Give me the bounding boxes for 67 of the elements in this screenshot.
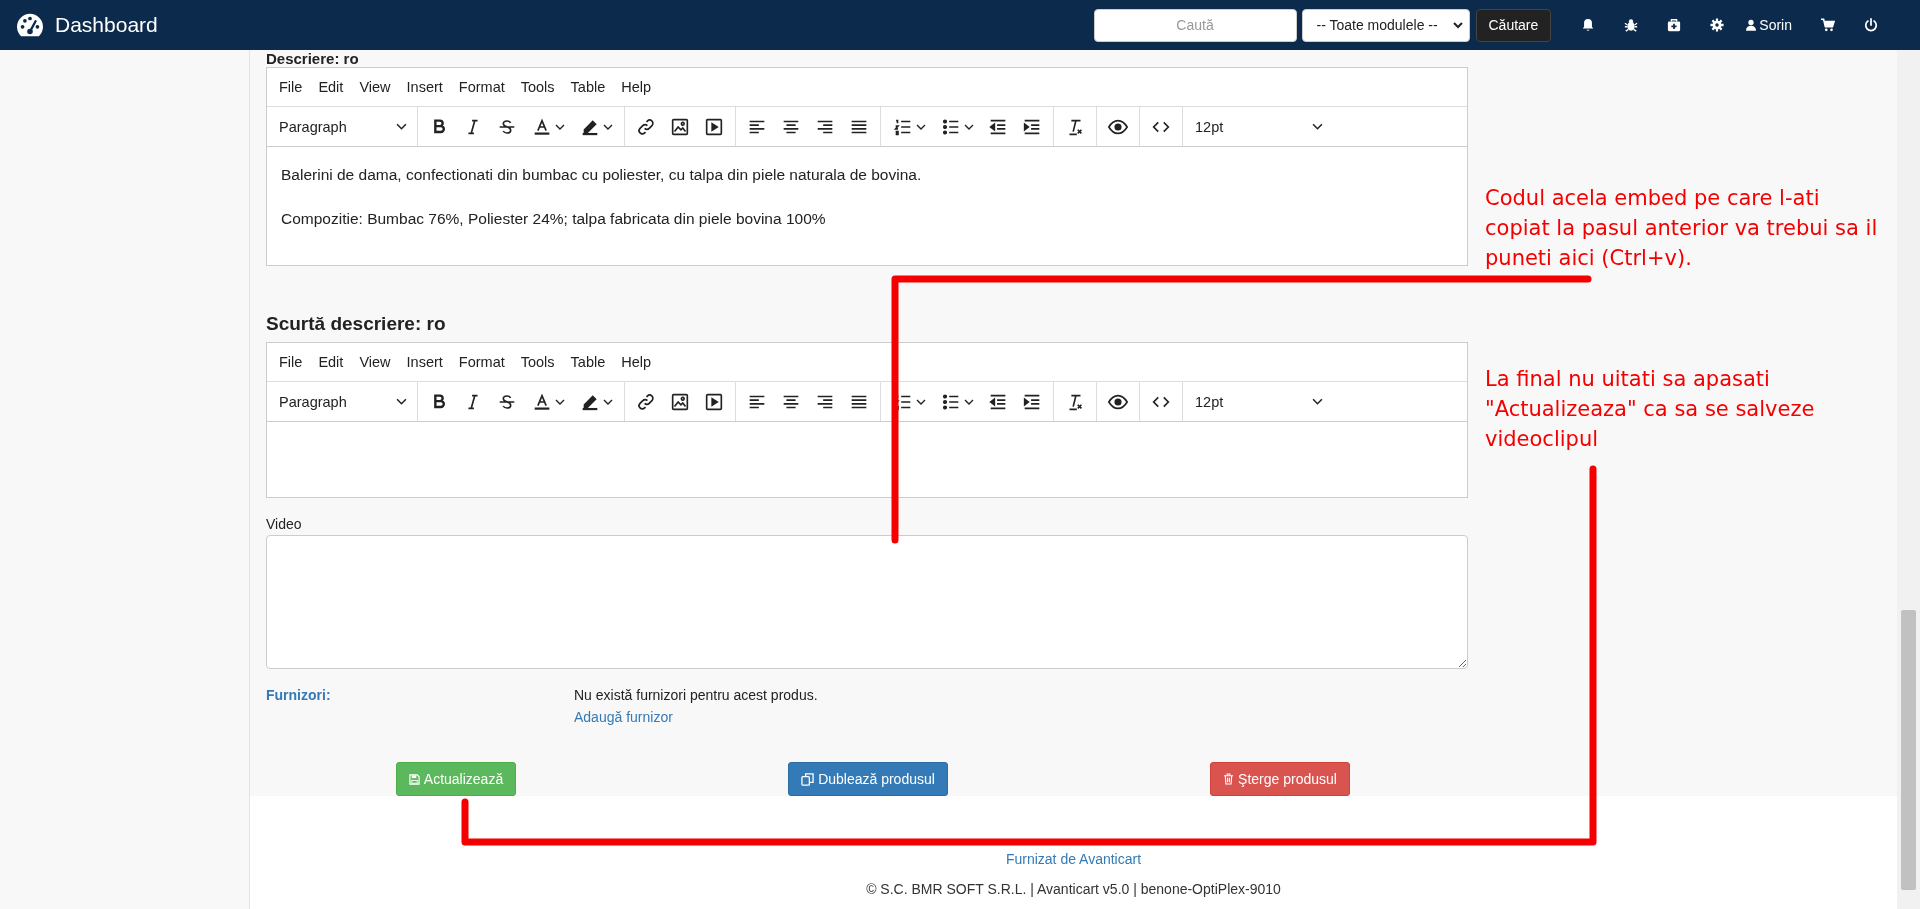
rich-text-editor[interactable] (266, 67, 1468, 266)
format-select[interactable]: Paragraph (271, 393, 413, 410)
menu-item[interactable]: Format (450, 79, 513, 95)
caret-icon (603, 398, 613, 405)
medkit-icon[interactable] (1667, 18, 1682, 32)
menu-item[interactable]: View (351, 354, 399, 370)
annotation-text: Codul acela embed pe care l-ati copiat la pasul anterior va trebui sa il puneti aici (Ctrl+v). (1485, 185, 1879, 272)
menu-item[interactable]: Tools (512, 79, 563, 95)
suppliers-label: Furnizori: (266, 687, 332, 705)
menu-item[interactable]: File (271, 79, 311, 95)
user-icon (1746, 19, 1757, 31)
caret-icon (1452, 21, 1463, 29)
user-menu[interactable]: Sorin (1746, 17, 1792, 33)
caret-icon (555, 398, 565, 405)
settings-icon[interactable] (1710, 18, 1725, 32)
caret-icon (555, 123, 565, 130)
caret-icon (396, 398, 407, 405)
search-field[interactable]: Caută (1093, 8, 1297, 42)
add-supplier-link[interactable]: Adaugă furnizor (574, 709, 818, 725)
format-select[interactable]: Paragraph (271, 118, 413, 135)
menu-item[interactable]: Tools (512, 354, 563, 370)
menu-item[interactable]: Table (562, 79, 614, 95)
menu-item[interactable]: Edit (310, 79, 352, 95)
caret-icon (1312, 123, 1323, 130)
video-field[interactable] (266, 535, 1468, 669)
menu-item[interactable]: Help (613, 354, 660, 370)
section-heading: Descriere: ro (266, 50, 360, 67)
power-icon[interactable] (1864, 18, 1878, 32)
caret-icon (396, 123, 407, 130)
brand-title[interactable]: Dashboard (55, 13, 158, 37)
dashboard-icon (15, 12, 45, 38)
cart-icon[interactable] (1821, 18, 1835, 32)
menu-item[interactable]: Insert (398, 354, 451, 370)
floppy-icon (408, 773, 420, 785)
annotation-text: La final nu uitati sa apasati "Actualizeaza" ca sa se salveze videoclipul (1485, 366, 1816, 453)
rich-text-editor[interactable]: File Edit View Insert Format Tools Table Help Paragraph 12pt (266, 342, 1468, 498)
menu-item[interactable]: Table (562, 354, 614, 370)
caret-icon (603, 123, 613, 130)
copyright-text: © S.C. BMR SOFT S.R.L. | Avanticart v5.0 | benone-OptiPlex-9010 (866, 881, 1281, 897)
menu-item[interactable]: Insert (398, 79, 451, 95)
section-heading: Scurtă descriere: ro (266, 312, 447, 336)
duplicate-button[interactable]: Dublează produsul (788, 762, 948, 796)
format-select[interactable]: 12pt (1187, 393, 1329, 410)
delete-button[interactable]: Şterge produsul (1210, 762, 1350, 796)
module-select[interactable]: -- Toate modulele -- (1301, 8, 1470, 42)
bell-icon[interactable] (1581, 18, 1596, 32)
format-select[interactable]: 12pt (1187, 118, 1329, 135)
menu-item[interactable]: Help (613, 79, 660, 95)
empty-message: Nu există furnizori pentru acest produs. (574, 687, 818, 703)
caret-icon (964, 123, 974, 130)
bug-icon[interactable] (1624, 18, 1639, 32)
paragraph: Compozitie: Bumbac 76%, Poliester 24%; talpa fabricata din piele bovina 100% (281, 209, 827, 229)
menu-item[interactable]: Edit (310, 354, 352, 370)
scrollbar[interactable] (1897, 50, 1920, 909)
paragraph: Balerini de dama, confectionati din bumbac cu poliester, cu talpa din piele naturala de bovina. (281, 165, 923, 185)
menu-item[interactable]: File (271, 354, 311, 370)
trash-icon (1223, 773, 1235, 785)
caret-icon (964, 398, 974, 405)
caret-icon (916, 398, 926, 405)
search-button[interactable]: Căutare (1475, 8, 1552, 42)
menu-item[interactable]: Format (450, 354, 513, 370)
caret-icon (1312, 398, 1323, 405)
copy-icon (801, 772, 815, 786)
video-label: Video (266, 515, 303, 533)
menu-item[interactable]: View (351, 79, 399, 95)
credit-link[interactable]: Furnizat de Avanticart (1005, 851, 1142, 867)
caret-icon (916, 123, 926, 130)
